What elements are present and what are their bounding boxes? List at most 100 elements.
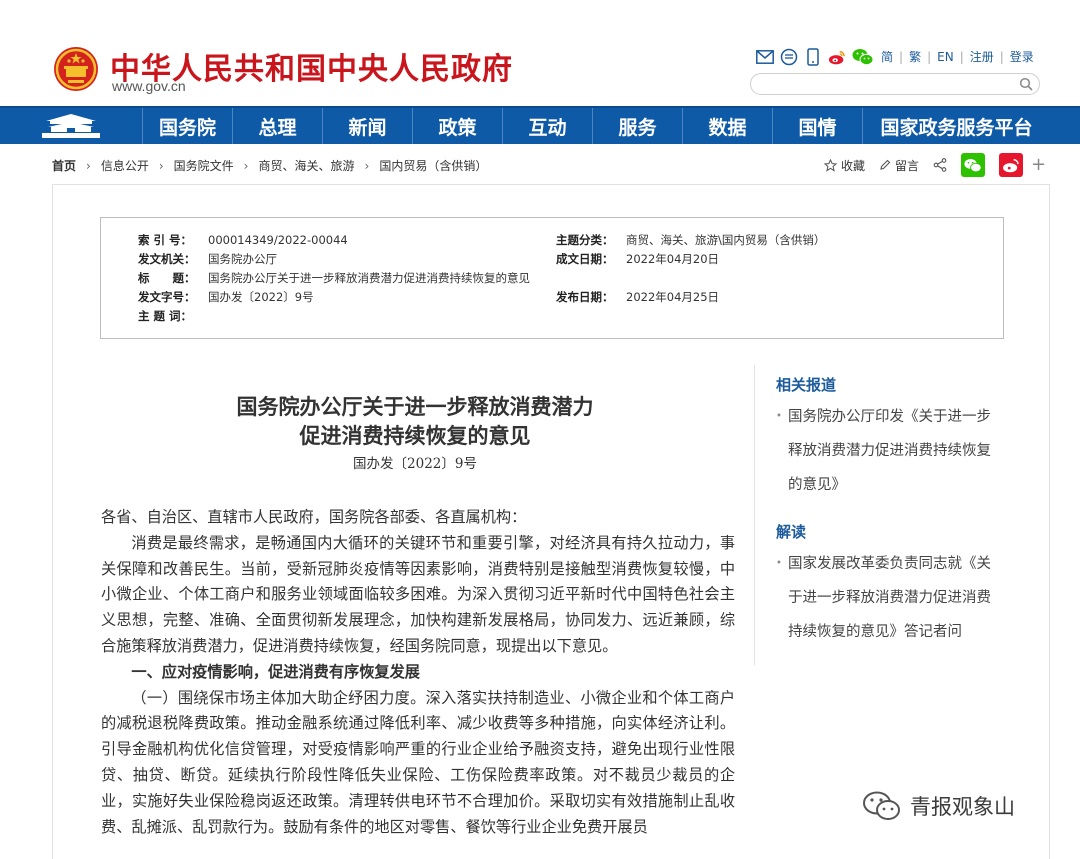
nav-government-service-platform[interactable]: 国家政务服务平台 [862,108,1050,144]
related-report-link[interactable]: • 国务院办公厅印发《关于进一步释放消费潜力促进消费持续恢复的意见》 [776,400,1002,502]
breadcrumb-state-council-docs[interactable]: 国务院文件 [174,157,234,174]
share-button[interactable] [933,158,947,172]
search-box [750,73,1040,95]
mobile-icon[interactable] [804,48,822,66]
separator: | [959,49,964,64]
separator: | [927,49,932,64]
main-nav: 国务院 总理 新闻 政策 互动 服务 数据 国情 国家政务服务平台 [0,106,1080,144]
interpretation-heading: 解读 [776,523,807,541]
info-index-row: 索 引 号： 000014349/2022-00044 [138,231,348,249]
watermark: 青报观象山 [862,790,1015,822]
wechat-watermark-icon [863,791,900,820]
info-keywords-row: 主 题 词： [138,307,208,325]
salutation: 各省、自治区、直辖市人民政府，国务院各部委、各直属机构： [101,508,527,526]
info-docno-row: 发文字号： 国办发〔2022〕9号 [138,288,314,306]
paragraph: 消费是最终需求，是畅通国内大循环的关键环节和重要引擎，对经济具有持久拉动力，事关… [101,533,735,655]
sidebar-divider [754,365,755,665]
login-link[interactable]: 登录 [1010,48,1034,65]
share-icon [933,158,947,172]
paragraph: （一）围绕保市场主体加大助企纾困力度。深入落实扶持制造业、小微企业和个体工商户的… [101,688,735,836]
info-label: 主题分类： [556,233,614,247]
comment-label: 留言 [895,158,920,173]
document-title-line: 国务院办公厅关于进一步释放消费潜力 [236,394,594,419]
weibo-icon[interactable] [828,48,846,66]
mail-icon[interactable] [756,48,774,66]
document-number: 国办发〔2022〕9号 [353,456,477,472]
favorite-button[interactable]: 收藏 [824,157,865,174]
nav-premier[interactable]: 总理 [232,108,322,144]
nav-policy[interactable]: 政策 [412,108,502,144]
bullet-icon: • [776,411,782,422]
comment-button[interactable]: 留言 [879,157,919,174]
document-title-line: 促进消费持续恢复的意见 [299,423,531,448]
info-published-row: 发布日期： 2022年04月25日 [556,288,719,306]
info-label: 标 题： [138,271,196,285]
interpretation-text[interactable]: 国家发展改革委负责同志就《关于进一步释放消费潜力促进消费持续恢复的意见》答记者问 [788,547,1002,649]
pencil-icon [880,159,891,170]
tiananmen-icon [42,114,100,138]
nav-interaction[interactable]: 互动 [502,108,592,144]
chevron-right-icon: › [158,158,164,173]
wechat-icon [964,158,982,172]
breadcrumb-domestic-trade[interactable]: 国内贸易（含供销） [379,157,487,174]
chevron-right-icon: › [364,158,370,173]
section-heading: 一、应对疫情影响，促进消费有序恢复发展 [131,662,420,681]
separator: | [999,49,1004,64]
info-docno-value: 国办发〔2022〕9号 [208,290,314,304]
info-created-value: 2022年04月20日 [626,252,720,266]
register-link[interactable]: 注册 [970,48,994,65]
info-created-row: 成文日期： 2022年04月20日 [556,250,719,268]
related-report-text[interactable]: 国务院办公厅印发《关于进一步释放消费潜力促进消费持续恢复的意见》 [788,400,1002,502]
lang-simplified-link[interactable]: 简 [881,48,893,65]
wechat-icon[interactable] [852,48,874,66]
lang-english-link[interactable]: EN [937,50,954,64]
breadcrumb-home[interactable]: 首页 [52,157,76,174]
info-label: 索 引 号： [138,233,193,247]
document-info-table: 索 引 号： 000014349/2022-00044 主题分类： 商贸、海关、… [100,217,1004,339]
info-issuer-row: 发文机关： 国务院办公厅 [138,250,277,268]
interpretation-link[interactable]: • 国家发展改革委负责同志就《关于进一步释放消费潜力促进消费持续恢复的意见》答记… [776,547,1002,649]
search-icon[interactable] [1019,77,1033,91]
star-icon [824,158,837,172]
breadcrumb-commerce-customs-tourism[interactable]: 商贸、海关、旅游 [258,157,354,174]
nav-data[interactable]: 数据 [682,108,772,144]
info-published-value: 2022年04月25日 [626,290,720,304]
national-emblem-logo[interactable] [52,45,100,93]
nav-services[interactable]: 服务 [592,108,682,144]
nav-home[interactable] [0,108,142,144]
weibo-icon [1003,158,1019,172]
favorite-label: 收藏 [841,158,866,173]
site-header: 中华人民共和国中央人民政府 www.gov.cn 简 | 繁 | EN | 注册… [0,0,1080,106]
watermark-text: 青报观象山 [910,795,1015,819]
document-title: 国务院办公厅关于进一步释放消费潜力 促进消费持续恢复的意见 [160,392,670,450]
header-tools [756,47,874,67]
site-domain: www.gov.cn [112,78,186,94]
info-label: 发文字号： [138,290,196,304]
bullet-icon: • [776,558,782,569]
related-reports-heading: 相关报道 [776,376,837,394]
document-body: 各省、自治区、直辖市人民政府，国务院各部委、各直属机构： 消费是最终需求，是畅通… [101,505,735,840]
message-icon[interactable] [780,48,798,66]
info-index-value: 000014349/2022-00044 [208,233,348,247]
nav-national-conditions[interactable]: 国情 [772,108,862,144]
info-label: 主 题 词： [138,309,193,323]
breadcrumb: 首页 › 信息公开 › 国务院文件 › 商贸、海关、旅游 › 国内贸易（含供销） [52,157,487,174]
nav-news[interactable]: 新闻 [322,108,412,144]
weibo-share-button[interactable] [999,153,1024,177]
page-tools: 收藏 留言 + [824,153,1046,177]
chevron-right-icon: › [86,158,91,173]
lang-traditional-link[interactable]: 繁 [909,48,921,65]
more-share-icon[interactable]: + [1031,156,1046,174]
info-label: 发布日期： [556,290,614,304]
info-topic-row: 主题分类： 商贸、海关、旅游\国内贸易（含供销） [556,231,825,249]
language-links: 简 | 繁 | EN | 注册 | 登录 [881,48,1034,65]
info-title-value: 国务院办公厅关于进一步释放消费潜力促进消费持续恢复的意见 [208,271,530,285]
info-label: 发文机关： [138,252,196,266]
nav-state-council[interactable]: 国务院 [142,108,232,144]
info-topic-value: 商贸、海关、旅游\国内贸易（含供销） [626,233,826,247]
wechat-share-button[interactable] [961,153,986,177]
separator: | [899,49,904,64]
search-input[interactable] [751,75,1011,95]
chevron-right-icon: › [243,158,249,173]
breadcrumb-info-disclosure[interactable]: 信息公开 [101,157,149,174]
